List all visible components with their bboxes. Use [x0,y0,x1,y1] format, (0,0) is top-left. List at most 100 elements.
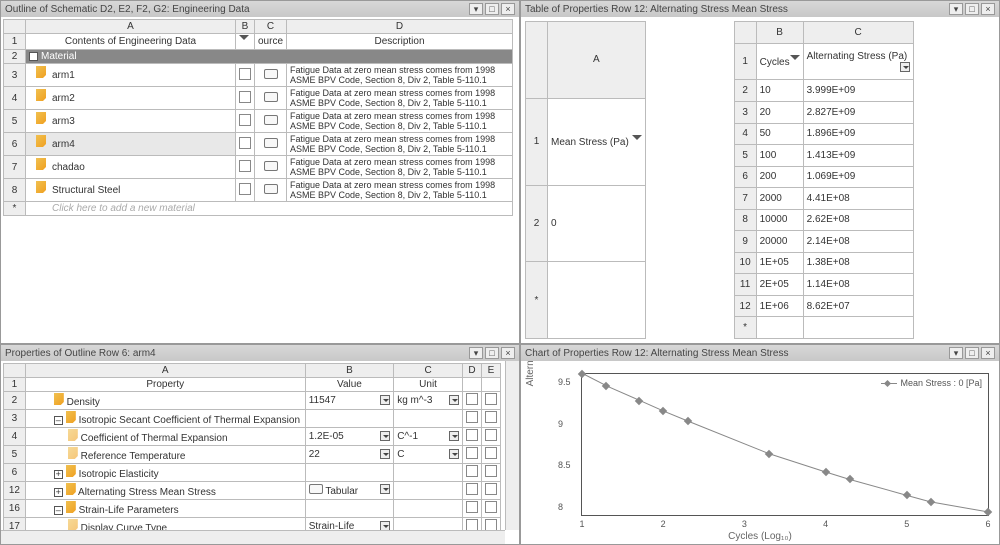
expand-icon[interactable]: – [54,416,63,425]
checkbox[interactable] [485,429,497,441]
dropdown-icon[interactable]: ▾ [949,347,963,359]
dropdown-icon[interactable] [900,62,910,72]
dropdown-icon[interactable] [449,449,459,459]
cycles-cell[interactable]: 20 [756,102,803,124]
checkbox[interactable] [485,501,497,513]
description-cell[interactable]: Fatigue Data at zero mean stress comes f… [287,64,513,87]
collapse-icon[interactable]: – [29,52,38,61]
checkbox[interactable] [239,68,251,80]
altstress-cell[interactable]: 1.896E+09 [803,123,913,145]
dropdown-icon[interactable]: ▾ [949,3,963,15]
pin-icon[interactable]: □ [485,347,499,359]
expand-icon[interactable]: + [54,488,63,497]
checkbox[interactable] [485,483,497,495]
cycles-cell[interactable]: 2000 [756,188,803,210]
checkbox[interactable] [485,411,497,423]
tableprops-header[interactable]: Table of Properties Row 12: Alternating … [521,1,999,17]
altstress-cell[interactable]: 1.069E+09 [803,166,913,188]
altstress-cell[interactable]: 1.38E+08 [803,252,913,274]
checkbox[interactable] [239,160,251,172]
dropdown-icon[interactable] [380,395,390,405]
cycles-cell[interactable]: 1E+06 [756,295,803,317]
filter-icon[interactable] [790,55,800,65]
checkbox[interactable] [466,501,478,513]
property-group[interactable]: – Isotropic Secant Coefficient of Therma… [25,410,305,428]
source-icon[interactable] [264,69,278,79]
chart-header[interactable]: Chart of Properties Row 12: Alternating … [521,345,999,361]
checkbox[interactable] [466,465,478,477]
material-cell[interactable]: arm4 [26,133,236,156]
cycles-cell[interactable]: 50 [756,123,803,145]
material-cell[interactable]: arm1 [26,64,236,87]
pin-icon[interactable]: □ [485,3,499,15]
chart-area[interactable]: Mean Stress : 0 [Pa] 12345688.599.5 [581,373,989,516]
cycles-cell[interactable]: 100 [756,145,803,167]
material-cell[interactable]: Structural Steel [26,179,236,202]
properties-table[interactable]: ABCDE 1PropertyValueUnit 2 Density11547k… [3,363,501,544]
expand-icon[interactable]: + [54,470,63,479]
altstress-cell[interactable]: 1.413E+09 [803,145,913,167]
mean-stress-cell[interactable]: 0 [548,185,646,262]
dropdown-icon[interactable]: ▾ [469,3,483,15]
cycles-cell[interactable]: 20000 [756,231,803,253]
source-icon[interactable] [264,138,278,148]
altstress-cell[interactable]: 8.62E+07 [803,295,913,317]
add-material-input[interactable]: Click here to add a new material [26,202,513,216]
checkbox[interactable] [485,447,497,459]
source-icon[interactable] [264,92,278,102]
altstress-cell[interactable]: 3.999E+09 [803,80,913,102]
property-value[interactable]: 11547 [305,392,393,410]
description-cell[interactable]: Fatigue Data at zero mean stress comes f… [287,110,513,133]
close-icon[interactable]: × [501,3,515,15]
source-icon[interactable] [264,115,278,125]
checkbox[interactable] [485,393,497,405]
expand-icon[interactable]: – [54,506,63,515]
cycles-table[interactable]: BC 1CyclesAlternating Stress (Pa) 2103.9… [734,21,914,339]
dropdown-icon[interactable] [449,395,459,405]
altstress-cell[interactable]: 2.827E+09 [803,102,913,124]
dropdown-icon[interactable]: ▾ [469,347,483,359]
material-cell[interactable]: arm3 [26,110,236,133]
description-cell[interactable]: Fatigue Data at zero mean stress comes f… [287,133,513,156]
checkbox[interactable] [239,114,251,126]
material-cell[interactable]: chadao [26,156,236,179]
property-group[interactable]: – Strain-Life Parameters [25,500,305,518]
cycles-cell[interactable]: 10000 [756,209,803,231]
altstress-cell[interactable]: 2.62E+08 [803,209,913,231]
property-group[interactable]: + Isotropic Elasticity [25,464,305,482]
checkbox[interactable] [485,465,497,477]
property-unit[interactable]: C^-1 [394,428,463,446]
dropdown-icon[interactable] [380,449,390,459]
scrollbar-vertical[interactable] [505,361,519,530]
dropdown-icon[interactable] [380,484,390,494]
checkbox[interactable] [239,137,251,149]
filter-icon[interactable] [632,135,642,145]
close-icon[interactable]: × [981,347,995,359]
property-value[interactable]: 1.2E-05 [305,428,393,446]
dropdown-icon[interactable] [449,431,459,441]
cycles-cell[interactable]: 2E+05 [756,274,803,296]
meanstress-table[interactable]: A 1Mean Stress (Pa) 20 * [525,21,646,339]
outline-header[interactable]: Outline of Schematic D2, E2, F2, G2: Eng… [1,1,519,17]
pin-icon[interactable]: □ [965,347,979,359]
property-value[interactable]: Tabular [305,482,393,500]
cycles-cell[interactable]: 1E+05 [756,252,803,274]
dropdown-icon[interactable] [380,431,390,441]
property-unit[interactable]: C [394,446,463,464]
property-name[interactable]: Coefficient of Thermal Expansion [25,428,305,446]
material-cell[interactable]: arm2 [26,87,236,110]
description-cell[interactable]: Fatigue Data at zero mean stress comes f… [287,87,513,110]
checkbox[interactable] [466,447,478,459]
source-icon[interactable] [264,184,278,194]
properties-header[interactable]: Properties of Outline Row 6: arm4 ▾ □ × [1,345,519,361]
filter-icon[interactable] [239,35,249,45]
cycles-cell[interactable]: 200 [756,166,803,188]
property-group[interactable]: + Alternating Stress Mean Stress [25,482,305,500]
checkbox[interactable] [466,411,478,423]
checkbox[interactable] [239,91,251,103]
outline-table[interactable]: ABCD 1Contents of Engineering DataourceD… [3,19,513,216]
close-icon[interactable]: × [501,347,515,359]
altstress-cell[interactable]: 4.41E+08 [803,188,913,210]
description-cell[interactable]: Fatigue Data at zero mean stress comes f… [287,156,513,179]
description-cell[interactable]: Fatigue Data at zero mean stress comes f… [287,179,513,202]
